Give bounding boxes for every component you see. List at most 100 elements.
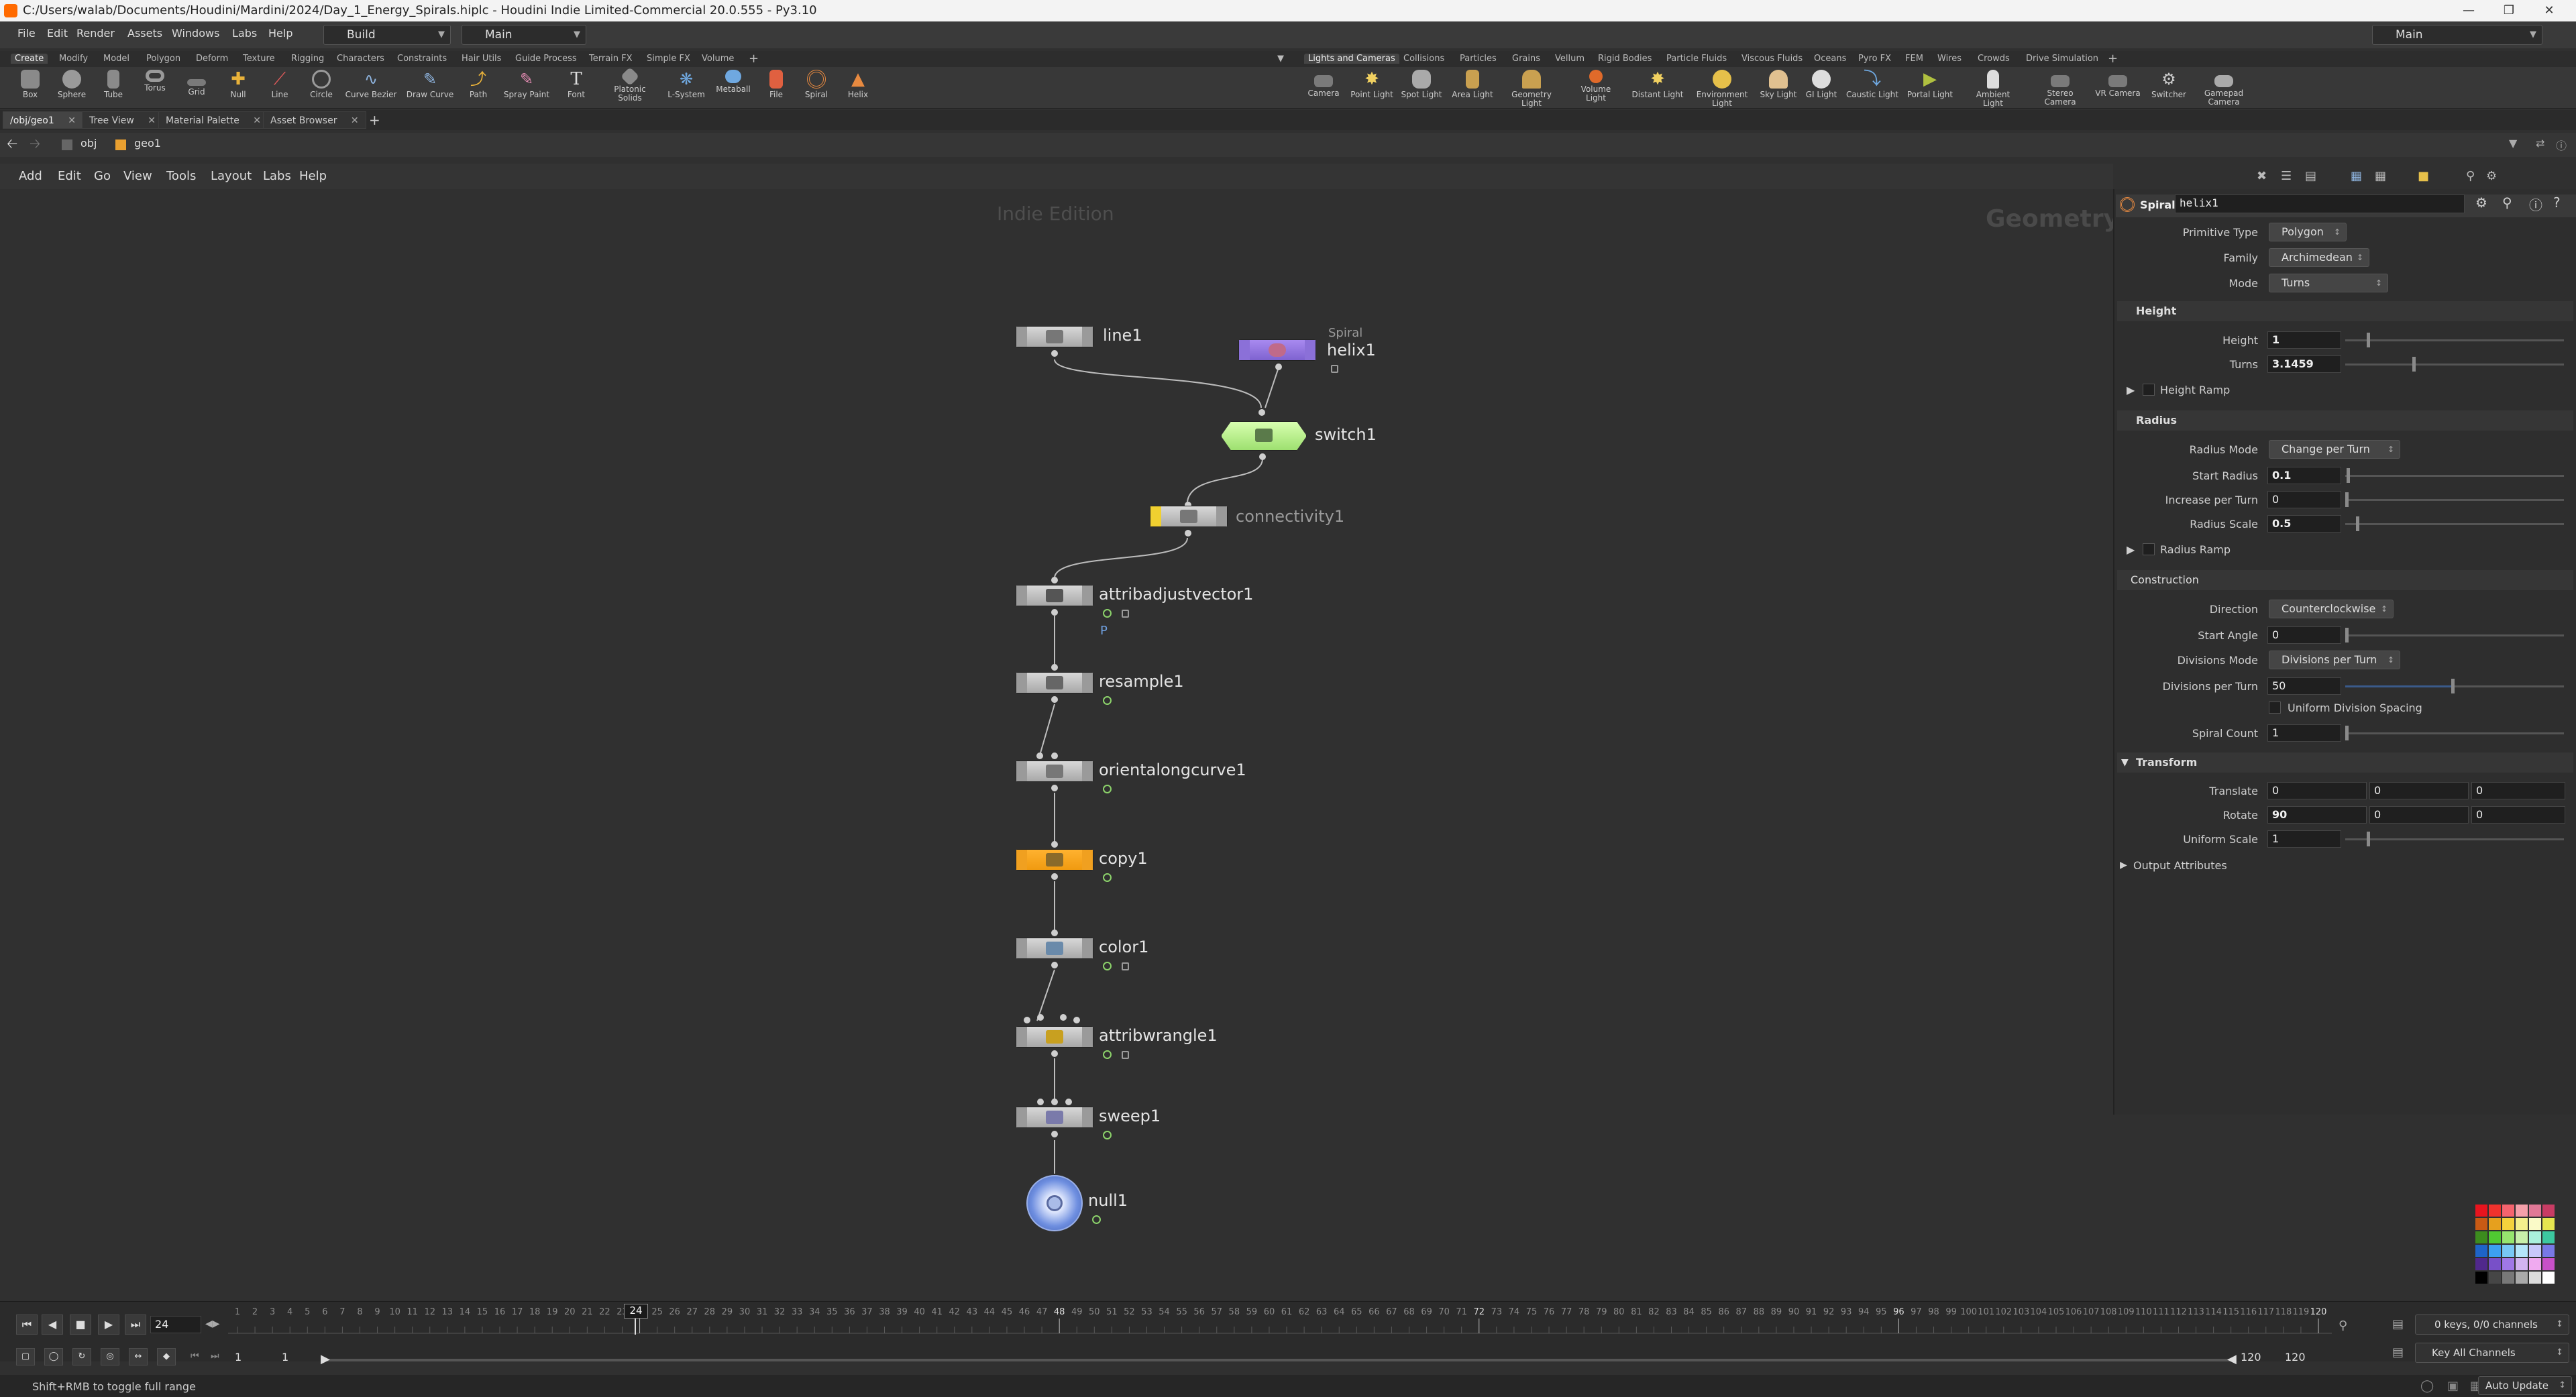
shelf-tab-terrain-fx[interactable]: Terrain FX [589,54,633,64]
close-tab-icon[interactable]: ✕ [68,115,76,126]
path-segment-obj[interactable]: obj [80,137,97,150]
color-swatch[interactable] [2489,1272,2501,1284]
node-display-flag[interactable] [1082,1107,1093,1127]
height-slider[interactable] [2345,339,2564,341]
range-end-handle[interactable]: ◀ [2227,1352,2237,1366]
color-swatch[interactable] [2489,1205,2501,1217]
shelf-tab-drive-simulation[interactable]: Drive Simulation [2026,54,2098,64]
settings-icon[interactable]: ⚙ [2486,169,2497,183]
family-dropdown[interactable]: Archimedean ↕ [2269,248,2369,267]
node-sweep1[interactable] [1016,1107,1093,1128]
shelf-tab-collisions[interactable]: Collisions [1403,54,1444,64]
node-name-field[interactable]: helix1 [2175,194,2465,213]
start-radius-field[interactable]: 0.1 [2267,467,2341,484]
shelf-tab-guide-process[interactable]: Guide Process [515,54,577,64]
color-swatch[interactable] [2542,1245,2555,1257]
step-icon[interactable]: ◀▶ [205,1319,220,1329]
list-icon[interactable]: ▤ [2305,169,2316,183]
shelf-tab-texture[interactable]: Texture [243,54,275,64]
tool-portal-light[interactable]: ▶ Portal Light [1904,70,1956,99]
node-resample1[interactable] [1016,672,1093,693]
output-connector[interactable] [1051,350,1058,357]
input-connector[interactable] [1051,841,1058,848]
shelf-tab-rigid-bodies[interactable]: Rigid Bodies [1598,54,1652,64]
output-connector[interactable] [1051,696,1058,703]
turns-field[interactable]: 3.1459 [2267,355,2341,373]
mode-dropdown[interactable]: Turns ↕ [2269,274,2388,292]
start-angle-slider[interactable] [2345,634,2564,636]
transform-section-header[interactable]: ▼ Transform [2117,752,2573,773]
tool-stereo-camera[interactable]: Stereo Camera [2034,70,2086,107]
range-start-b[interactable]: 1 [282,1351,288,1363]
tree-icon[interactable]: ☰ [2281,169,2292,183]
node-bypass-flag[interactable] [1016,327,1027,347]
color-swatch[interactable] [2529,1258,2541,1270]
node-bypass-flag[interactable] [1016,673,1027,693]
back-arrow-icon[interactable]: 🡠 [7,134,17,157]
key-all-channels-dropdown[interactable]: Key All Channels ↕ [2415,1343,2569,1363]
range-start-a[interactable]: 1 [235,1351,241,1363]
color-swatch[interactable] [2529,1205,2541,1217]
color-swatch[interactable] [2516,1258,2528,1270]
chat-icon[interactable]: ◯ [2420,1379,2434,1393]
input-connector[interactable] [1051,930,1058,936]
slider-knob[interactable] [2412,357,2416,372]
add-tab-icon[interactable]: + [362,111,387,129]
radius-mode-dropdown[interactable]: Change per Turn ↕ [2269,440,2400,459]
color-swatch[interactable] [2542,1218,2555,1230]
shelf-tab-polygon[interactable]: Polygon [146,54,180,64]
tool-area-light[interactable]: Area Light [1446,70,1499,99]
network-menu-add[interactable]: Add [19,169,42,183]
color-swatch[interactable] [2529,1272,2541,1284]
node-connectivity1[interactable] [1150,506,1228,527]
node-bypass-flag[interactable] [1016,761,1027,781]
menu-assets[interactable]: Assets [127,27,162,40]
shelf-tab-crowds[interactable]: Crowds [1978,54,2010,64]
color-swatch[interactable] [2542,1231,2555,1243]
add-shelf-icon[interactable]: + [2108,52,2118,66]
input-connector[interactable] [1037,1099,1044,1105]
node-color1[interactable] [1016,938,1093,959]
tool-curve-bezier[interactable]: ∿ Curve Bezier [345,70,397,99]
input-connector[interactable] [1060,1014,1067,1021]
play-reverse-button[interactable]: ◀ [42,1315,63,1335]
color-swatch[interactable] [2475,1245,2487,1257]
tool-ambient-light[interactable]: Ambient Light [1967,70,2019,108]
runner-dropdown[interactable]: Main ▼ [462,25,586,45]
node-display-flag[interactable] [1305,340,1316,360]
close-icon[interactable]: ✕ [2522,0,2576,21]
node-display-flag[interactable] [1082,761,1093,781]
range-slider[interactable] [322,1359,2234,1361]
color-swatch[interactable] [2516,1272,2528,1284]
slider-knob[interactable] [2345,492,2349,507]
pane-tab-material-palette[interactable]: Material Palette ✕ [158,111,268,129]
color-swatch[interactable] [2529,1218,2541,1230]
input-connector[interactable] [1036,752,1043,759]
close-tab-icon[interactable]: ✕ [253,115,261,126]
shelf-tab-pyro-fx[interactable]: Pyro FX [1858,54,1891,64]
shelf-tab-characters[interactable]: Characters [337,54,384,64]
color-swatch[interactable] [2475,1258,2487,1270]
start-radius-slider[interactable] [2345,475,2564,477]
tool-font[interactable]: T Font [550,70,602,99]
color-swatch[interactable] [2489,1245,2501,1257]
node-display-flag[interactable] [1082,938,1093,958]
color-swatch[interactable] [2502,1258,2514,1270]
jump-end-button[interactable]: ⏭ [125,1315,146,1335]
add-shelf-icon[interactable]: + [749,52,759,66]
input-connector[interactable] [1037,1014,1044,1021]
uniform-division-checkbox[interactable] [2269,702,2281,714]
pin-icon[interactable]: ▼ [2509,137,2517,150]
tool-switcher[interactable]: ⚙ Switcher [2143,70,2195,99]
tile-view-icon[interactable]: ▦ [2375,169,2386,183]
realtime-toggle[interactable]: ▢ [16,1348,35,1365]
input-connector[interactable] [1024,1017,1030,1023]
turns-slider[interactable] [2345,364,2564,366]
network-menu-labs[interactable]: Labs [263,169,291,183]
spiral-count-field[interactable]: 1 [2267,724,2341,742]
rotate-x-field[interactable]: 90 [2267,806,2367,824]
node-display-flag[interactable] [1082,585,1093,606]
playhead-frame[interactable]: 24 [624,1304,648,1319]
uniform-scale-slider[interactable] [2345,838,2564,840]
network-menu-tools[interactable]: Tools [166,169,196,183]
